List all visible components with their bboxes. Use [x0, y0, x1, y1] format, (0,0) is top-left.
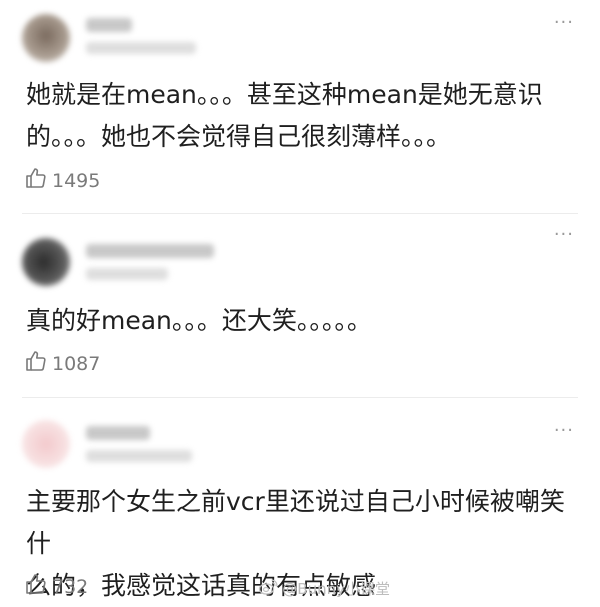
- like-count: 1495: [52, 169, 101, 192]
- username-blurred[interactable]: [86, 426, 150, 440]
- comment-text-line: 她就是在mean。。。甚至这种mean是她无意识: [26, 80, 543, 109]
- like-count: 732: [52, 575, 89, 598]
- username-blurred[interactable]: [86, 18, 132, 32]
- timestamp-blurred: [86, 450, 192, 462]
- timestamp-blurred: [86, 42, 196, 54]
- avatar[interactable]: [22, 14, 70, 62]
- timestamp-blurred: [86, 268, 168, 280]
- more-options-button[interactable]: ···: [554, 14, 574, 32]
- more-options-button[interactable]: ···: [554, 422, 574, 440]
- watermark: @Bunny小课堂: [258, 578, 390, 599]
- comment-3: ··· 主要那个女生之前vcr里还说过自己小时候被嘲笑什 么的，我感觉这话真的有…: [0, 398, 600, 605]
- thumbs-up-icon: [24, 349, 48, 378]
- comment-text-line: 主要那个女生之前vcr里还说过自己小时候被嘲笑什: [26, 487, 565, 558]
- weibo-logo-icon: [258, 578, 278, 599]
- like-button[interactable]: 1087: [24, 349, 100, 378]
- thumbs-up-icon: [24, 572, 48, 601]
- comment-text-line: 真的好mean。。。还大笑。。。。。: [26, 306, 372, 335]
- avatar[interactable]: [22, 238, 70, 286]
- watermark-text: @Bunny小课堂: [282, 580, 390, 598]
- like-button[interactable]: 732: [24, 572, 88, 601]
- comment-text: 真的好mean。。。还大笑。。。。。: [26, 300, 572, 342]
- comment-text: 她就是在mean。。。甚至这种mean是她无意识 的。。。她也不会觉得自己很刻薄…: [26, 74, 572, 158]
- more-options-button[interactable]: ···: [554, 226, 574, 244]
- like-button[interactable]: 1495: [24, 166, 100, 195]
- like-count: 1087: [52, 352, 101, 375]
- username-blurred[interactable]: [86, 244, 214, 258]
- comment-text-line: 的。。。她也不会觉得自己很刻薄样。。。: [26, 122, 452, 151]
- comment-2: ··· 真的好mean。。。还大笑。。。。。 1087: [0, 214, 600, 396]
- comment-1: ··· 她就是在mean。。。甚至这种mean是她无意识 的。。。她也不会觉得自…: [0, 0, 600, 212]
- thumbs-up-icon: [24, 166, 48, 195]
- avatar[interactable]: [22, 420, 70, 468]
